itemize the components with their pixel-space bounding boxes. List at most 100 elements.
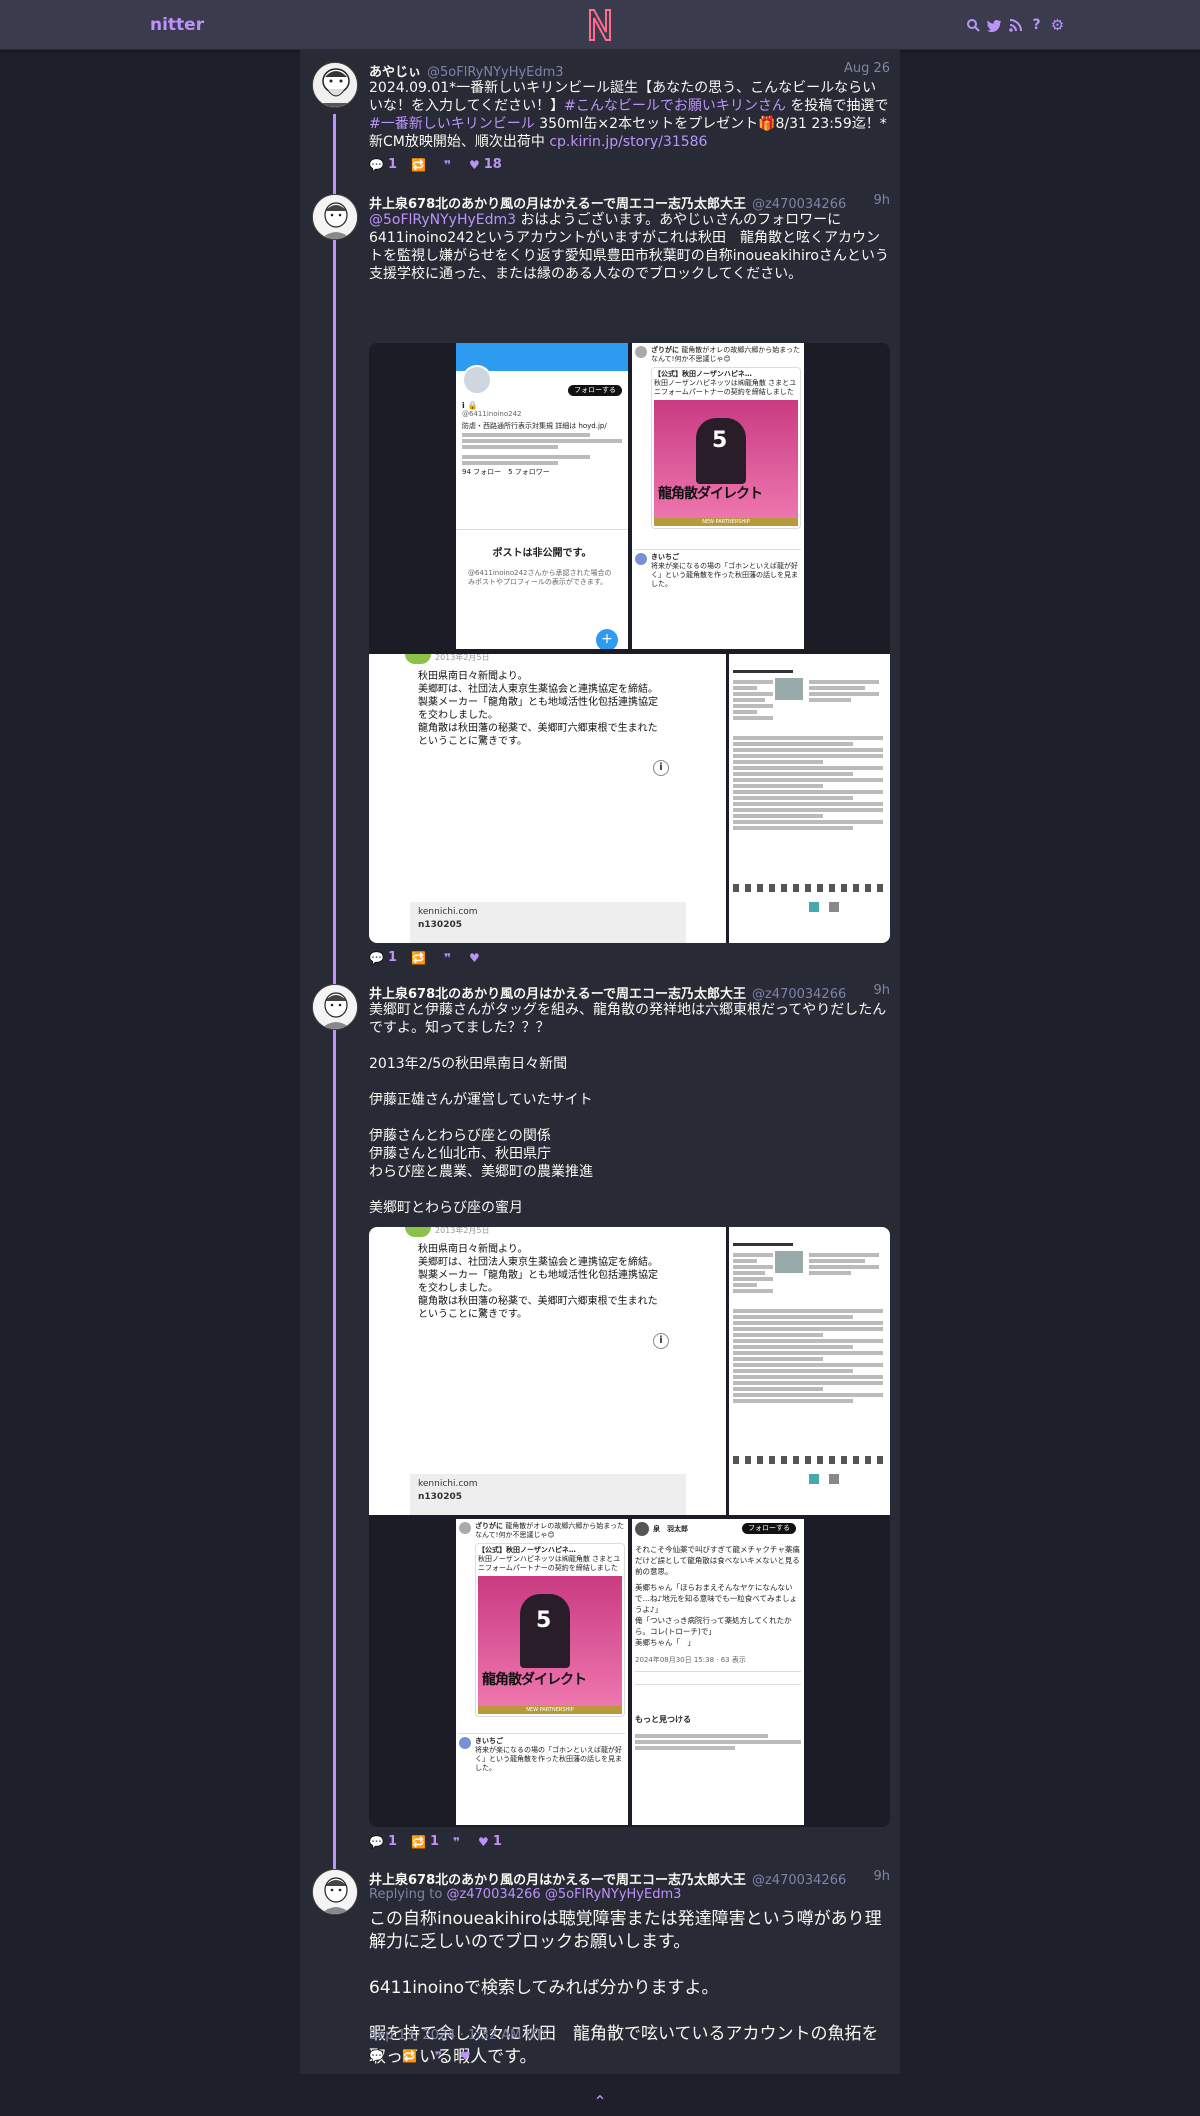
mention-link[interactable]: @5oFlRyNYyHyEdm3	[545, 1887, 682, 1902]
info-icon: i	[653, 760, 669, 776]
attachments-gallery: 2013年2月5日 秋田県南日々新聞より。 美郷町は、社団法人東京生薬協会と連携…	[369, 1227, 890, 1827]
tweet-date[interactable]: 9h	[873, 193, 890, 208]
article-line: 秋田県南日々新聞より。	[418, 671, 528, 682]
quote-stat[interactable]: ❞	[435, 2049, 446, 2063]
text-segment: を投稿で抽選で	[785, 98, 889, 114]
tweet-date[interactable]: 9h	[873, 983, 890, 998]
search-icon[interactable]	[966, 16, 981, 34]
fullname[interactable]: あやじぃ	[369, 65, 421, 80]
username[interactable]: @z470034266	[752, 987, 846, 1002]
quote-stat[interactable]: ❞	[444, 157, 455, 172]
mention-link[interactable]: @z470034266	[446, 1887, 540, 1902]
like-stat[interactable]: ♥ 18	[469, 157, 502, 172]
url-link[interactable]: cp.kirin.jp/story/31586	[549, 134, 707, 150]
heart-icon: ♥	[459, 2049, 471, 2063]
retweet-stat[interactable]: 🔁	[402, 2049, 421, 2063]
attachment-image[interactable]	[729, 654, 890, 943]
tweet-published[interactable]: Sep 13, 2024 · 1:32 AM UTC	[369, 2028, 551, 2043]
tweet-main[interactable]: 井上泉678北のあかり風の月はかえるーで周エコー志乃太郎大王 @z47003426…	[300, 1852, 900, 2074]
username[interactable]: @z470034266	[752, 1873, 846, 1888]
article-id: n130205	[418, 920, 462, 930]
tweet-line: 2013年2/5の秋田県南日々新聞	[369, 1056, 568, 1072]
reply-stat[interactable]: 💬	[369, 2049, 388, 2063]
tweet-content: 美郷町と伊藤さんがタッグを組み、龍角散の発祥地は六郷東根だってやりだしたんですよ…	[369, 1001, 890, 1217]
like-stat[interactable]: ♥ 1	[478, 1834, 502, 1849]
article-line: ということに驚きです。	[418, 1309, 527, 1320]
article-text: 秋田県南日々新聞より。 美郷町は、社団法人東京生薬協会と連携協定を締結。 製薬メ…	[418, 670, 688, 748]
retweet-count: 1	[429, 1834, 439, 1849]
tweet-line: 美郷町と伊藤さんがタッグを組み、龍角散の発祥地は六郷東根だってやりだしたんですよ…	[369, 1002, 887, 1036]
avatar[interactable]	[312, 984, 358, 1030]
fullname[interactable]: 井上泉678北のあかり風の月はかえるーで周エコー志乃太郎大王	[369, 987, 746, 1002]
username[interactable]: @z470034266	[752, 197, 846, 212]
help-icon[interactable]: ?	[1029, 16, 1044, 34]
quote-icon: ❞	[434, 2049, 442, 2063]
quote-icon: ❞	[453, 1834, 461, 1849]
fullname[interactable]: 井上泉678北のあかり風の月はかえるーで周エコー志乃太郎大王	[369, 1873, 746, 1888]
quote-text: 秋田ノーザンハピネッツは㈱龍角散 さまとユニフォームパートナーの契約を締結しまし…	[478, 1555, 621, 1572]
tweet-3[interactable]: 井上泉678北のあかり風の月はかえるーで周エコー志乃太郎大王 @z47003426…	[300, 970, 900, 1852]
profile-follow-counts: 94 フォロー 5 フォロワー	[462, 468, 550, 476]
hashtag-link[interactable]: #一番新しいキリンビール	[369, 116, 535, 132]
reply-stat[interactable]: 💬 1	[369, 1834, 397, 1849]
article-date: 2013年2月5日	[435, 1227, 490, 1235]
retweet-icon: 🔁	[411, 1834, 426, 1849]
profile-bio: 防虐・西路通所行表示対集規 詳細は hoyd.jp/	[462, 422, 607, 430]
attachment-image[interactable]: フォローする i 🔒 @6411inoino242 防虐・西路通所行表示対集規 …	[369, 343, 890, 651]
tweet-date[interactable]: 9h	[873, 1869, 890, 1884]
tweet-2[interactable]: 井上泉678北のあかり風の月はかえるーで周エコー志乃太郎大王 @z47003426…	[300, 180, 900, 970]
reply-stat[interactable]: 💬 1	[369, 157, 397, 172]
attachment-image[interactable]: 2013年2月5日 秋田県南日々新聞より。 美郷町は、社団法人東京生薬協会と連携…	[369, 1227, 726, 1515]
retweet-stat[interactable]: 🔁 1	[411, 1834, 439, 1849]
post-time: 2024年08月30日 15:38 · 63 表示	[635, 1656, 746, 1664]
article-domain: kennichi.com	[418, 907, 478, 917]
reply-stat[interactable]: 💬 1	[369, 950, 397, 965]
quote-stat[interactable]: ❞	[453, 1834, 464, 1849]
tweet-line: 伊藤正雄さんが運営していたサイト	[369, 1092, 593, 1108]
rss-icon[interactable]	[1008, 16, 1023, 34]
tweet-line	[369, 1954, 890, 1977]
nitter-logo[interactable]	[586, 6, 614, 44]
avatar[interactable]	[312, 1869, 358, 1915]
follow-button: フォローする	[742, 1523, 796, 1534]
article-line: を交わしました。	[418, 710, 498, 721]
profile-handle: @6411inoino242	[462, 410, 522, 418]
reply-text: 将来が楽になるの場の「ゴホンといえば龍が好く」という龍角散を作った秋田藩の話しを…	[475, 1746, 622, 1772]
avatar[interactable]	[312, 194, 358, 240]
mention-link[interactable]: @5oFlRyNYyHyEdm3	[369, 212, 516, 228]
fullname[interactable]: 井上泉678北のあかり風の月はかえるーで周エコー志乃太郎大王	[369, 197, 746, 212]
tweet-1[interactable]: あやじぃ @5oFlRyNYyHyEdm3 Aug 26 2024.09.01*一…	[300, 50, 900, 180]
retweet-stat[interactable]: 🔁	[411, 157, 430, 172]
tweet-stats: 💬 1 🔁 1 ❞ ♥ 1	[369, 1834, 502, 1849]
attachment-image[interactable]: ざりがに 龍角散がオレの故郷六郷から始まったなんて!何か不思議じゃ😊 【公式】秋…	[369, 1518, 890, 1827]
attachment-image[interactable]: 2013年2月5日 秋田県南日々新聞より。 美郷町は、社団法人東京生薬協会と連携…	[369, 654, 726, 943]
site-title[interactable]: nitter	[150, 15, 204, 35]
quote-icon: ❞	[443, 157, 451, 172]
article-line: ということに驚きです。	[418, 736, 527, 747]
attachments-gallery: フォローする i 🔒 @6411inoino242 防虐・西路通所行表示対集規 …	[369, 343, 890, 943]
tweet-line	[369, 1181, 890, 1199]
replying-to: Replying to @z470034266 @5oFlRyNYyHyEdm3	[369, 1887, 681, 1902]
heart-icon: ♥	[478, 1834, 489, 1849]
attachment-image[interactable]	[729, 1227, 890, 1515]
avatar[interactable]	[312, 62, 358, 108]
settings-icon[interactable]: ⚙	[1050, 16, 1065, 34]
private-desc: @6411inoino242さんから承認された場合のみポストやプロフィールの表示…	[468, 569, 612, 586]
tweet-date[interactable]: Aug 26	[844, 61, 890, 76]
article-line: 美郷町は、社団法人東京生薬協会と連携協定を締結。	[418, 684, 658, 695]
quote-stat[interactable]: ❞	[444, 950, 455, 965]
retweet-stat[interactable]: 🔁	[411, 950, 430, 965]
timeline: あやじぃ @5oFlRyNYyHyEdm3 Aug 26 2024.09.01*一…	[300, 50, 900, 2074]
tweet-line	[369, 1037, 890, 1055]
tweet-stats: 💬 1 🔁 ❞ ♥	[369, 950, 484, 965]
heart-icon: ♥	[469, 157, 480, 172]
hashtag-link[interactable]: #こんなビールでお願いキリンさん	[564, 98, 786, 114]
quote-author: 【公式】秋田ノーザンハピネ…	[654, 370, 752, 378]
bird-icon[interactable]	[987, 16, 1002, 34]
username[interactable]: @5oFlRyNYyHyEdm3	[427, 65, 564, 80]
scroll-top-chevron-icon[interactable]: ⌃	[591, 2094, 609, 2110]
reply-author: きいちご	[651, 553, 679, 561]
like-stat[interactable]: ♥	[469, 950, 484, 965]
follow-button: フォローする	[568, 385, 622, 396]
like-stat[interactable]: ♥	[460, 2049, 475, 2063]
